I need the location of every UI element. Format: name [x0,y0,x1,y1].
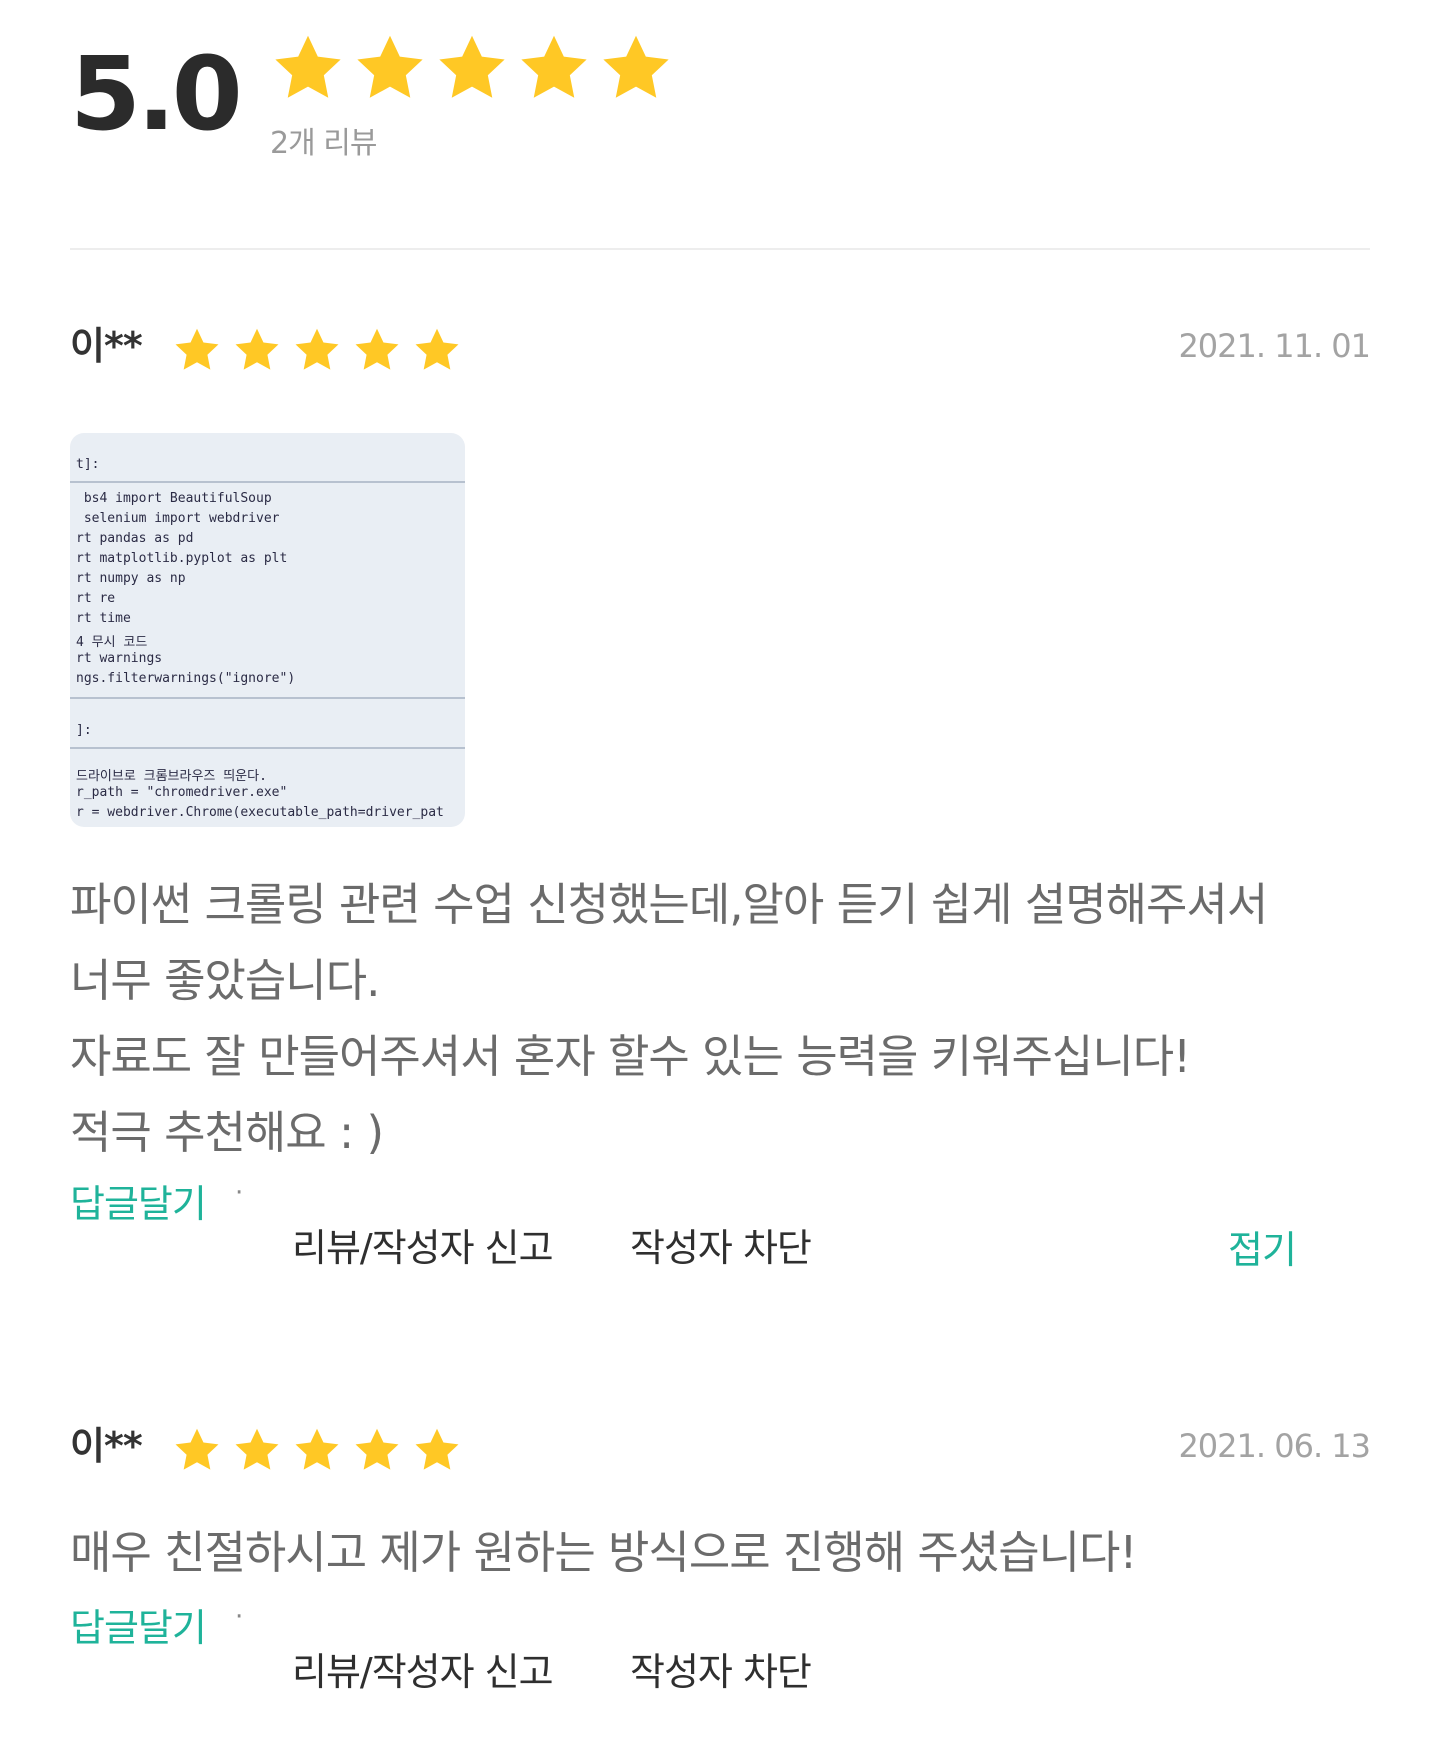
star-icon [295,1428,339,1470]
summary-star-rating [270,30,674,106]
star-icon [355,1428,399,1470]
code-line: rt numpy as np [76,571,186,586]
review-text-line: 매우 친절하시고 제가 원하는 방식으로 진행해 주셨습니다! [70,1526,1137,1579]
code-line: bs4 import BeautifulSoup [76,491,272,506]
review-actions: 답글달기 · 리뷰/작성자 신고 작성자 차단 [70,1597,1370,1697]
review-star-rating [172,325,462,375]
block-author-button[interactable]: 작성자 차단 [630,1217,812,1272]
star-icon [415,1428,459,1470]
star-icon [175,328,219,370]
code-line: r_path = "chromedriver.exe" [76,785,288,800]
review-body: 매우 친절하시고 제가 원하는 방식으로 진행해 주셨습니다! [70,1515,1370,1591]
review-count: 2개 리뷰 [270,126,377,161]
review-actions: 답글달기 · 리뷰/작성자 신고 작성자 차단 접기 [70,1173,1370,1273]
star-icon [357,35,423,98]
report-button[interactable]: 리뷰/작성자 신고 [292,1217,554,1272]
review-star-rating [172,1425,462,1475]
review-date: 2021. 06. 13 [1178,1427,1371,1465]
code-line: ]: [76,723,92,738]
code-line: rt pandas as pd [76,531,194,546]
star-icon [521,35,587,98]
star-icon [603,35,669,98]
review-author: 이** [70,1424,143,1468]
block-author-button[interactable]: 작성자 차단 [630,1641,812,1696]
star-icon [175,1428,219,1470]
rating-summary: 5.0 2개 리뷰 [70,35,770,161]
code-line: rt warnings [76,651,163,666]
separator-dot: · [235,1178,244,1208]
notebook-cell-border [70,747,465,749]
fold-button[interactable]: 접기 [1228,1219,1297,1274]
star-icon [235,1428,279,1470]
review-body: 파이썬 크롤링 관련 수업 신청했는데,알아 듣기 쉽게 설명해주셔서 너무 좋… [70,867,1370,1171]
report-button[interactable]: 리뷰/작성자 신고 [292,1641,554,1696]
review-text-line: 너무 좋았습니다. [70,954,380,1007]
divider [70,248,1370,250]
notebook-cell-border [70,697,465,699]
reply-button[interactable]: 답글달기 [70,1173,207,1228]
code-line: rt re [76,591,116,606]
code-line: 드라이브로 크롬브라우즈 띄운다. [76,769,267,784]
review-text-line: 자료도 잘 만들어주셔서 혼자 할수 있는 능력을 키워주십니다! [70,1030,1191,1083]
star-icon [355,328,399,370]
code-line: rt time [76,611,131,626]
code-line: t]: [76,457,100,472]
review-date: 2021. 11. 01 [1178,327,1371,365]
notebook-cell-border [70,481,465,483]
code-line: rt matplotlib.pyplot as plt [76,551,288,566]
average-rating: 5.0 [70,35,243,154]
star-icon [415,328,459,370]
code-line: r = webdriver.Chrome(executable_path=dri… [76,805,444,820]
review-text-line: 적극 추천해요 : ) [70,1106,384,1159]
star-icon [295,328,339,370]
review-photo[interactable]: t]: bs4 import BeautifulSoup selenium im… [70,433,465,827]
review-author: 이** [70,324,143,368]
star-icon [235,328,279,370]
reply-button[interactable]: 답글달기 [70,1597,207,1652]
code-line: 4 무시 코드 [76,635,148,650]
star-icon [275,35,341,98]
star-icon [439,35,505,98]
review-text-line: 파이썬 크롤링 관련 수업 신청했는데,알아 듣기 쉽게 설명해주셔서 [70,878,1268,931]
code-line: selenium import webdriver [76,511,280,526]
separator-dot: · [235,1602,244,1632]
code-line: ngs.filterwarnings("ignore") [76,671,296,686]
